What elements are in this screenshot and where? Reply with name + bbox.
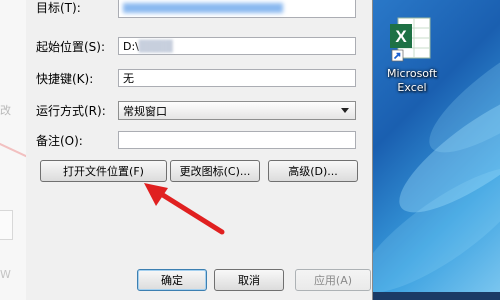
run-label: 运行方式(R): — [36, 103, 106, 118]
background-box — [0, 210, 13, 240]
target-row: 目标(T): — [36, 0, 128, 18]
advanced-button[interactable]: 高级(D)... — [268, 160, 358, 182]
run-select[interactable]: 常规窗口 — [118, 101, 356, 120]
excel-icon[interactable]: X — [384, 12, 436, 66]
background-ghost-text: 改 — [0, 104, 11, 117]
run-value: 常规窗口 — [123, 104, 167, 118]
annotation-arrow-icon — [144, 183, 225, 235]
excel-label-line2: Excel — [397, 81, 427, 94]
svg-text:X: X — [395, 27, 407, 46]
shortcut-value: 无 — [123, 72, 134, 85]
target-label: 目标(T): — [36, 0, 81, 15]
cancel-button[interactable]: 取消 — [214, 269, 284, 291]
shortcut-row: 快捷键(K): — [36, 67, 128, 89]
comment-field[interactable] — [118, 131, 356, 149]
start-label: 起始位置(S): — [36, 39, 106, 54]
dropdown-arrow-icon — [341, 108, 349, 113]
properties-dialog: 目标(T): 起始位置(S): D:\ ████ 快捷键(K): 无 运行方式(… — [26, 0, 373, 300]
target-field[interactable] — [118, 0, 356, 18]
comment-row: 备注(O): — [36, 129, 128, 151]
excel-label-line1: Microsoft — [386, 67, 438, 80]
comment-label: 备注(O): — [36, 133, 83, 148]
run-row: 运行方式(R): — [36, 99, 128, 121]
apply-button[interactable]: 应用(A) — [295, 269, 371, 291]
target-blurred-value — [123, 3, 283, 13]
background-ghost-text-2: W — [0, 268, 11, 281]
start-row: 起始位置(S): — [36, 35, 128, 57]
shortcut-label: 快捷键(K): — [36, 71, 94, 86]
shortcut-field[interactable]: 无 — [118, 69, 356, 87]
background-window: 改 W — [0, 0, 39, 300]
ok-button[interactable]: 确定 — [137, 269, 207, 291]
taskbar — [373, 292, 500, 300]
start-value: D:\ — [123, 39, 139, 53]
start-value-blurred: ████ — [138, 39, 173, 53]
excel-icon-label[interactable]: Microsoft Excel — [378, 67, 446, 95]
start-field[interactable]: D:\ ████ — [118, 37, 356, 55]
